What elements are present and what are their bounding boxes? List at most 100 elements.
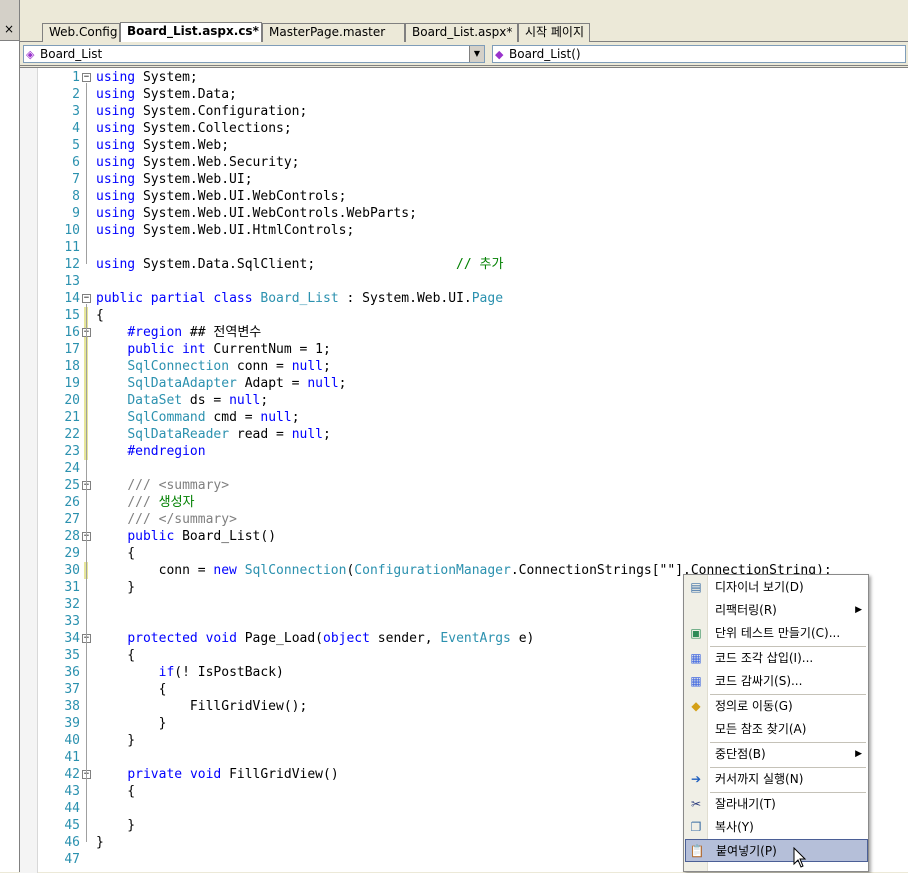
- code-line[interactable]: 6 using System.Web.Security;: [20, 154, 908, 171]
- code-line[interactable]: 17 public int CurrentNum = 1;: [20, 341, 908, 358]
- collapse-icon[interactable]: −: [82, 73, 91, 82]
- code-line[interactable]: 22 SqlDataReader read = null;: [20, 426, 908, 443]
- member-dropdown[interactable]: ◆ Board_List(): [492, 45, 906, 63]
- line-number: 22: [64, 427, 80, 442]
- line-number: 13: [64, 274, 80, 289]
- line-number: 41: [64, 750, 80, 765]
- code-line[interactable]: 5 using System.Web;: [20, 137, 908, 154]
- code-line[interactable]: 18 SqlConnection conn = null;: [20, 358, 908, 375]
- line-number: 12: [64, 257, 80, 272]
- collapse-icon[interactable]: −: [82, 294, 91, 303]
- menu-item[interactable]: ▦ 코드 감싸기(S)...: [685, 670, 868, 693]
- code-line[interactable]: 4 using System.Collections;: [20, 120, 908, 137]
- code-line[interactable]: 2 using System.Data;: [20, 86, 908, 103]
- code-text: {: [96, 546, 136, 561]
- code-line[interactable]: 15 {: [20, 307, 908, 324]
- line-number: 33: [64, 614, 80, 629]
- menu-item[interactable]: ➔ 커서까지 실행(N): [685, 768, 868, 791]
- menu-item[interactable]: ▤ 디자이너 보기(D): [685, 576, 868, 599]
- line-number: 9: [72, 206, 80, 221]
- menu-item[interactable]: ▣ 단위 테스트 만들기(C)...: [685, 622, 868, 645]
- tab-4[interactable]: 시작 페이지: [518, 23, 590, 42]
- menu-item-label: 잘라내기(T): [715, 797, 776, 811]
- code-text: }: [96, 818, 136, 833]
- code-line[interactable]: 23 #endregion: [20, 443, 908, 460]
- code-line[interactable]: 24: [20, 460, 908, 477]
- code-text: using System.Web.UI.WebControls;: [96, 189, 347, 204]
- code-text: {: [96, 784, 136, 799]
- code-text: if(! IsPostBack): [158, 665, 284, 680]
- line-number: 45: [64, 818, 80, 833]
- code-text: SqlDataReader read = null;: [127, 427, 331, 442]
- menu-item[interactable]: 리팩터링(R) ▶: [685, 599, 868, 622]
- line-number: 36: [64, 665, 80, 680]
- code-line[interactable]: 20 DataSet ds = null;: [20, 392, 908, 409]
- line-number: 5: [72, 138, 80, 153]
- menu-item[interactable]: 모든 참조 찾기(A): [685, 718, 868, 741]
- class-dropdown[interactable]: ◈ Board_List ▼: [23, 45, 485, 63]
- code-text: public partial class Board_List : System…: [96, 291, 504, 306]
- code-text: public int CurrentNum = 1;: [127, 342, 331, 357]
- line-number: 35: [64, 648, 80, 663]
- code-text: using System.Web;: [96, 138, 230, 153]
- line-number: 21: [64, 410, 80, 425]
- line-number: 11: [64, 240, 80, 255]
- code-line[interactable]: 27 /// </summary>: [20, 511, 908, 528]
- code-line[interactable]: 10 using System.Web.UI.HtmlControls;: [20, 222, 908, 239]
- code-text: SqlCommand cmd = null;: [127, 410, 300, 425]
- code-line[interactable]: 19 SqlDataAdapter Adapt = null;: [20, 375, 908, 392]
- menu-item-label: 단위 테스트 만들기(C)...: [715, 626, 841, 640]
- code-text: SqlDataAdapter Adapt = null;: [127, 376, 347, 391]
- code-text: private void FillGridView(): [127, 767, 339, 782]
- code-line[interactable]: 12 using System.Data.SqlClient; // 추가: [20, 256, 908, 273]
- menu-item-label: 정의로 이동(G): [715, 699, 793, 713]
- code-line[interactable]: 13: [20, 273, 908, 290]
- context-menu: ▤ 디자이너 보기(D) 리팩터링(R) ▶ ▣ 단위 테스트 만들기(C)... ▦ 코드 …: [683, 574, 869, 872]
- menu-item[interactable]: ❐ 복사(Y): [685, 816, 868, 839]
- menu-item[interactable]: 중단점(B) ▶: [685, 743, 868, 766]
- code-line[interactable]: 21 SqlCommand cmd = null;: [20, 409, 908, 426]
- code-line[interactable]: 25− /// <summary>: [20, 477, 908, 494]
- line-number: 1: [72, 70, 80, 85]
- tab-3[interactable]: Board_List.aspx*: [405, 23, 518, 42]
- line-number: 32: [64, 597, 80, 612]
- cut-icon: ✂: [690, 797, 702, 811]
- line-number: 27: [64, 512, 80, 527]
- line-number: 40: [64, 733, 80, 748]
- mouse-pointer-icon: [793, 847, 807, 868]
- paste-icon: 📋: [689, 844, 705, 858]
- close-panel-icon[interactable]: ×: [2, 22, 16, 36]
- menu-item-label: 리팩터링(R): [715, 603, 777, 617]
- tab-2[interactable]: MasterPage.master: [262, 23, 405, 42]
- menu-item[interactable]: 📋 붙여넣기(P): [685, 839, 868, 862]
- line-number: 23: [64, 444, 80, 459]
- menu-item[interactable]: ◆ 정의로 이동(G): [685, 695, 868, 718]
- code-line[interactable]: 16− #region ## 전역변수: [20, 324, 908, 341]
- line-number: 14: [64, 291, 80, 306]
- code-text: /// </summary>: [127, 512, 237, 527]
- code-line[interactable]: 29 {: [20, 545, 908, 562]
- code-line[interactable]: 9 using System.Web.UI.WebControls.WebPart…: [20, 205, 908, 222]
- code-line[interactable]: 1− using System;: [20, 69, 908, 86]
- tab-1[interactable]: Board_List.aspx.cs*: [120, 22, 262, 43]
- outline-guide: [86, 83, 87, 264]
- line-number: 8: [72, 189, 80, 204]
- code-line[interactable]: 14− public partial class Board_List : Sys…: [20, 290, 908, 307]
- unit-test-icon: ▣: [690, 626, 702, 640]
- code-line[interactable]: 7 using System.Web.UI;: [20, 171, 908, 188]
- code-line[interactable]: 11: [20, 239, 908, 256]
- code-line[interactable]: 28− public Board_List(): [20, 528, 908, 545]
- code-line[interactable]: 3 using System.Configuration;: [20, 103, 908, 120]
- code-text: #region ## 전역변수: [127, 325, 262, 340]
- chevron-down-icon[interactable]: ▼: [469, 46, 484, 62]
- menu-item[interactable]: ✂ 잘라내기(T): [685, 793, 868, 816]
- code-text: public Board_List(): [127, 529, 277, 544]
- class-icon: ◈: [26, 48, 35, 61]
- menu-item[interactable]: ▦ 코드 조각 삽입(I)...: [685, 647, 868, 670]
- code-line[interactable]: 8 using System.Web.UI.WebControls;: [20, 188, 908, 205]
- line-number: 10: [64, 223, 80, 238]
- member-dropdown-value: Board_List(): [509, 47, 581, 61]
- navigation-bar: ◈ Board_List ▼ ◆ Board_List(): [20, 42, 908, 66]
- code-line[interactable]: 26 /// 생성자: [20, 494, 908, 511]
- tab-0[interactable]: Web.Config: [42, 23, 120, 42]
